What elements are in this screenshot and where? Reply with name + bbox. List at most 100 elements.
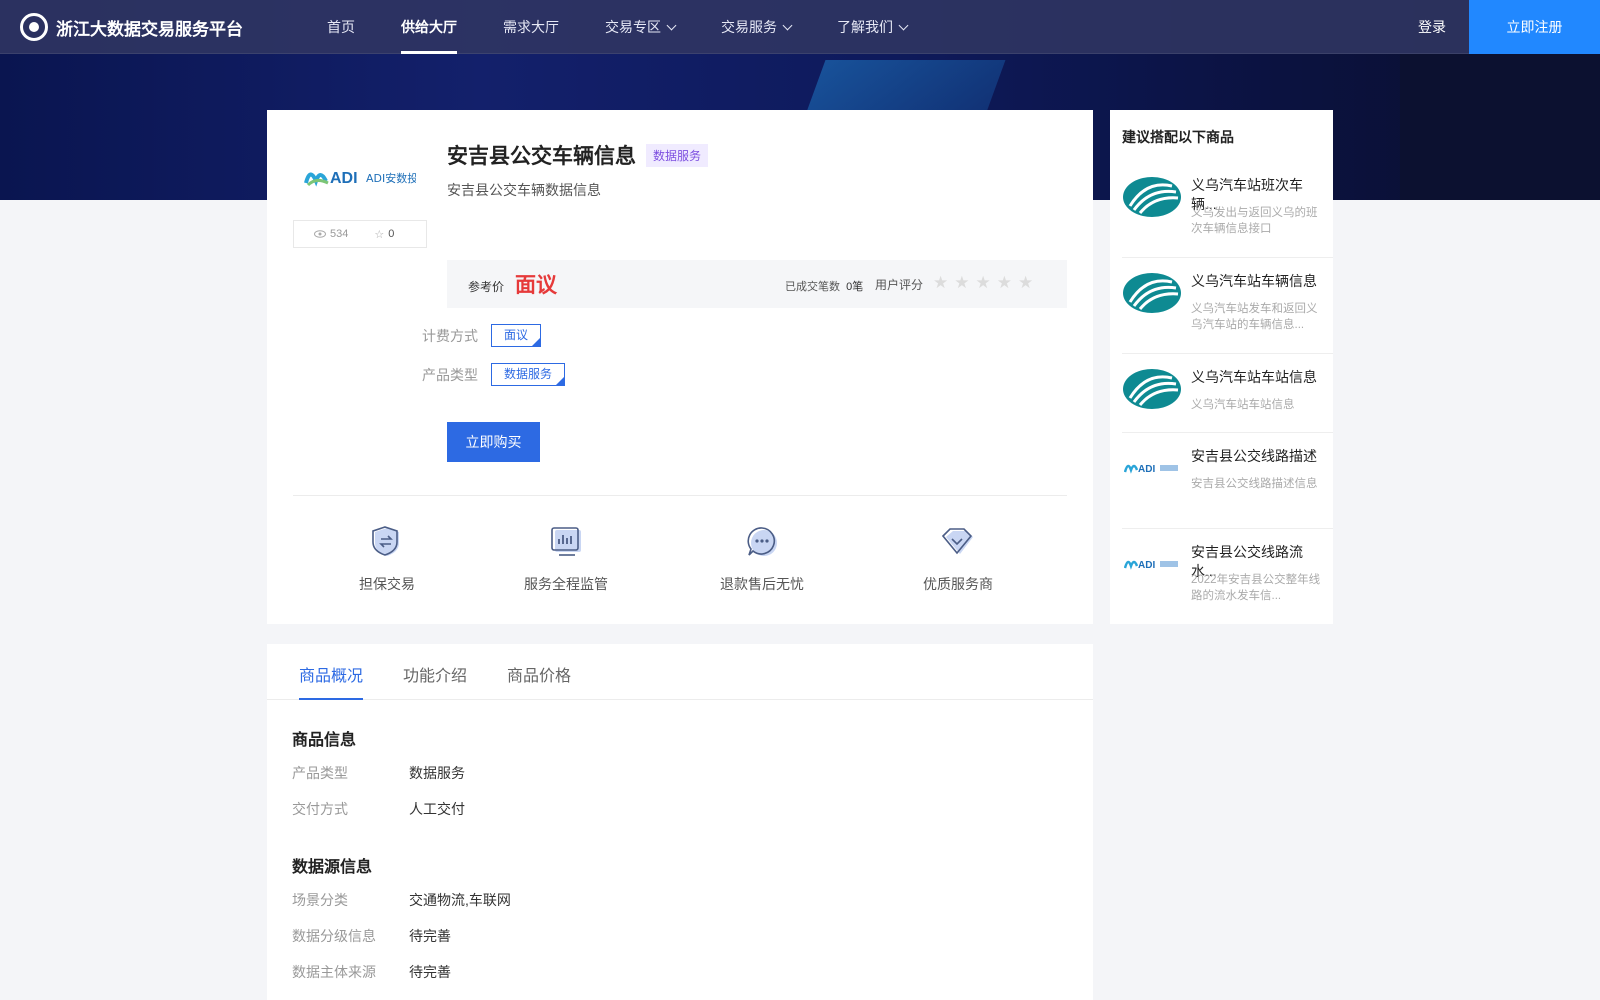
rating-stars: ★★★★★	[933, 273, 1040, 292]
recommended-item-title: 义乌汽车站车辆信息	[1191, 273, 1317, 289]
feature-quality-provider: 优质服务商	[921, 525, 995, 594]
login-link[interactable]: 登录	[1418, 0, 1446, 54]
divider	[1122, 353, 1333, 354]
yiwu-logo-icon	[1122, 368, 1182, 410]
product-description: 安吉县公交车辆数据信息	[447, 182, 601, 198]
product-category-tag: 数据服务	[646, 143, 709, 167]
feature-label: 优质服务商	[923, 576, 993, 592]
price-label: 参考价	[468, 280, 505, 294]
nav-item-demand-hall[interactable]: 需求大厅	[503, 0, 559, 54]
info-key: 产品类型	[292, 765, 348, 781]
nav-item-home[interactable]: 首页	[327, 0, 355, 54]
product-card: ADI ADI安数投 534 ☆ 0 安吉县公交车辆信息 数据服务 安吉县公交车…	[267, 110, 1093, 624]
deals-value: 0笔	[846, 281, 864, 293]
feature-label: 担保交易	[359, 576, 415, 592]
yiwu-logo-icon	[1122, 272, 1182, 314]
feature-label: 退款售后无忧	[720, 576, 804, 592]
hero-decoration-dark	[1400, 54, 1600, 200]
nav-label: 需求大厅	[503, 19, 559, 35]
views-count: 534	[330, 228, 349, 240]
nav-label: 供给大厅	[401, 19, 457, 35]
tab-pricing[interactable]: 商品价格	[507, 662, 571, 700]
nav-item-trade-service[interactable]: 交易服务	[721, 0, 793, 54]
register-button[interactable]: 立即注册	[1469, 0, 1600, 54]
tab-overview[interactable]: 商品概况	[299, 662, 364, 700]
nav-label: 首页	[327, 19, 355, 35]
product-type-label: 产品类型	[422, 367, 478, 383]
divider	[1122, 432, 1333, 433]
favorites-count: 0	[388, 228, 395, 240]
info-value: 待完善	[409, 964, 451, 980]
deals-label: 已成交笔数	[785, 281, 840, 293]
info-key: 交付方式	[292, 801, 348, 817]
chevron-down-icon	[782, 20, 793, 30]
billing-method-label: 计费方式	[422, 328, 478, 344]
rating-label: 用户评分	[875, 278, 924, 292]
recommended-item-title: 义乌汽车站车站信息	[1191, 369, 1317, 385]
platform-logo-icon	[20, 13, 48, 41]
recommended-item-desc: 义乌发出与返回义乌的班次车辆信息接口	[1191, 207, 1318, 235]
adi-logo-icon: ADI ADI安数投	[304, 170, 416, 187]
site-logo-text: 浙江大数据交易服务平台	[56, 19, 243, 39]
product-logo: ADI ADI安数投	[293, 152, 427, 202]
views-stat: 534	[314, 228, 348, 240]
info-value: 数据服务	[409, 765, 465, 781]
star-outline-icon: ☆	[374, 228, 385, 241]
shield-exchange-icon	[372, 526, 399, 556]
recommendation-sidebar: 建议搭配以下商品 义乌汽车站班次车辆... 义乌发出与返回义乌的班次车辆信息接口…	[1110, 110, 1333, 624]
feature-guaranteed-trade: 担保交易	[357, 525, 417, 594]
detail-tabs: 商品概况 功能介绍 商品价格	[267, 644, 1093, 700]
svg-text:ADI: ADI	[1138, 560, 1155, 571]
product-type-chip[interactable]: 数据服务	[491, 363, 566, 386]
info-key: 场景分类	[292, 892, 348, 908]
info-value: 交通物流,车联网	[409, 892, 511, 908]
adi-logo-icon: ADI	[1122, 447, 1182, 489]
info-value: 人工交付	[409, 801, 465, 817]
product-title-row: 安吉县公交车辆信息 数据服务	[447, 140, 709, 170]
feature-full-supervision: 服务全程监管	[521, 525, 611, 594]
recommended-item-desc: 义乌汽车站发车和返回义乌汽车站的车辆信息...	[1191, 303, 1318, 331]
feature-label: 服务全程监管	[524, 576, 608, 592]
info-key: 数据分级信息	[292, 928, 376, 944]
section-title-product-info: 商品信息	[292, 732, 357, 749]
nav-label: 交易服务	[721, 19, 777, 35]
sidebar-title: 建议搭配以下商品	[1122, 129, 1234, 145]
price-value: 面议	[515, 274, 557, 297]
recommended-item-title: 安吉县公交线路描述	[1191, 448, 1317, 464]
site-logo[interactable]: 浙江大数据交易服务平台	[20, 10, 243, 44]
nav-item-about-us[interactable]: 了解我们	[837, 0, 909, 54]
yiwu-logo-icon	[1122, 176, 1182, 218]
divider	[1122, 528, 1333, 529]
info-value: 待完善	[409, 928, 451, 944]
recommended-item-desc: 安吉县公交线路描述信息	[1191, 478, 1318, 490]
recommended-item-desc: 2022年安吉县公交整年线路的流水发车信...	[1191, 574, 1321, 602]
nav-item-trade-zone[interactable]: 交易专区	[605, 0, 677, 54]
monitor-chart-icon	[551, 527, 581, 556]
main-nav: 首页 供给大厅 需求大厅 交易专区 交易服务 了解我们	[327, 0, 953, 54]
price-panel: 参考价 面议 已成交笔数 0笔 用户评分 ★★★★★	[447, 260, 1067, 308]
info-key: 数据主体来源	[292, 964, 376, 980]
divider	[1122, 257, 1333, 258]
chevron-down-icon	[898, 20, 909, 30]
product-title: 安吉县公交车辆信息	[447, 145, 636, 168]
adi-logo-text: ADI安数投	[366, 171, 416, 185]
svg-text:ADI: ADI	[1138, 464, 1155, 475]
eye-icon	[314, 230, 326, 238]
buy-now-button[interactable]: 立即购买	[447, 422, 540, 462]
favorites-stat[interactable]: ☆ 0	[374, 228, 394, 241]
nav-item-supply-hall[interactable]: 供给大厅	[401, 0, 457, 54]
diamond-icon	[941, 528, 973, 555]
recommended-item-desc: 义乌汽车站车站信息	[1191, 399, 1295, 411]
chevron-down-icon	[666, 20, 677, 30]
product-detail-panel: 商品概况 功能介绍 商品价格 商品信息 产品类型 数据服务 交付方式 人工交付 …	[267, 644, 1093, 1000]
top-navigation-bar: 浙江大数据交易服务平台 首页 供给大厅 需求大厅 交易专区 交易服务 了解我们 …	[0, 0, 1600, 54]
svg-text:ADI: ADI	[330, 170, 358, 187]
deals-count: 已成交笔数 0笔	[785, 278, 863, 294]
billing-method-chip[interactable]: 面议	[491, 324, 542, 347]
section-title-data-source: 数据源信息	[292, 859, 373, 876]
tab-features[interactable]: 功能介绍	[403, 662, 467, 700]
nav-label: 交易专区	[605, 19, 661, 35]
nav-label: 了解我们	[837, 19, 893, 35]
feature-refund-worry-free: 退款售后无忧	[717, 525, 807, 594]
divider	[293, 495, 1067, 496]
